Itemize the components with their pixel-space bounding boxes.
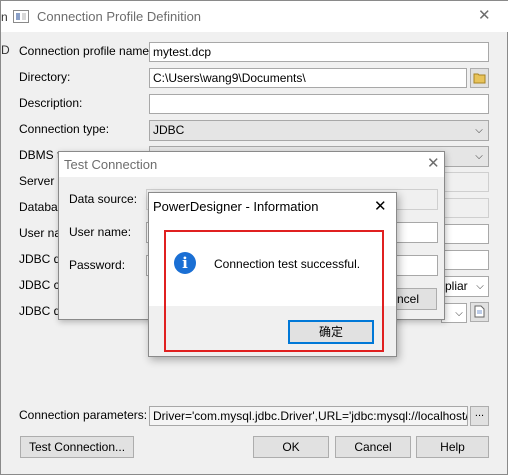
chevron-down-icon: ⌵ (475, 151, 483, 162)
chevron-down-icon: ⌵ (455, 308, 463, 319)
user-name-field[interactable] (441, 224, 489, 244)
jdbc-driver-jar-label: JDBC driver jar files: (19, 304, 59, 318)
file-browse-button[interactable] (470, 302, 489, 322)
title-bar: Connection Profile Definition ✕ (1, 1, 508, 32)
info-title: PowerDesigner - Information (153, 199, 319, 214)
database-label: Database name: (19, 200, 59, 214)
cancel-button[interactable]: Cancel (335, 436, 411, 458)
data-source-label: Data source: (69, 192, 138, 206)
help-button[interactable]: Help (416, 436, 489, 458)
chevron-down-icon: ⌵ (476, 281, 484, 292)
ok-button[interactable]: OK (253, 436, 329, 458)
background-edge-char: n (1, 10, 8, 24)
description-field[interactable] (149, 94, 489, 114)
profile-name-field[interactable]: mytest.dcp (149, 42, 489, 62)
window-title: Connection Profile Definition (37, 9, 202, 24)
connection-type-select[interactable]: JDBC (149, 120, 489, 141)
connection-parameters-label: Connection parameters: (19, 408, 148, 422)
test-connection-button[interactable]: Test Connection... (20, 436, 134, 458)
connection-parameters-field[interactable]: Driver='com.mysql.jdbc.Driver',URL='jdbc… (149, 406, 468, 426)
server-name-label: Server name: (19, 174, 59, 188)
profile-name-label: Connection profile name: (19, 44, 153, 58)
jdbc-connection-url-label: JDBC connection URL: (19, 278, 59, 292)
close-icon[interactable]: ✕ (427, 156, 440, 172)
description-label: Description: (19, 96, 83, 110)
background-edge-char: D (1, 43, 10, 57)
user-name-label: User name: (19, 226, 59, 240)
chevron-down-icon: ⌵ (475, 125, 483, 136)
jdbc-url-value: pliar (445, 279, 468, 293)
test-connection-title: Test Connection (64, 157, 158, 172)
highlight-box (164, 230, 384, 352)
folder-browse-button[interactable] (470, 68, 489, 88)
close-icon[interactable]: ✕ (478, 8, 491, 24)
directory-field[interactable]: C:\Users\wang9\Documents\ (149, 68, 467, 88)
server-name-field (441, 172, 489, 192)
test-connection-title-bar: Test Connection ✕ (59, 152, 444, 177)
parameters-ellipsis-button[interactable]: ... (470, 406, 489, 426)
directory-label: Directory: (19, 70, 71, 84)
jdbc-driver-class-label: JDBC driver class: (19, 252, 59, 266)
connection-type-label: Connection type: (19, 122, 110, 136)
dbms-type-label: DBMS type: (19, 148, 59, 162)
database-field (441, 198, 489, 218)
test-user-name-label: User name: (69, 225, 132, 239)
jdbc-driver-class-field[interactable] (441, 250, 489, 270)
folder-icon (473, 73, 485, 84)
close-icon[interactable]: ✕ (374, 199, 387, 215)
file-icon (474, 305, 485, 318)
test-password-label: Password: (69, 258, 126, 272)
connection-type-value: JDBC (153, 123, 185, 137)
window-app-icon (13, 10, 29, 23)
